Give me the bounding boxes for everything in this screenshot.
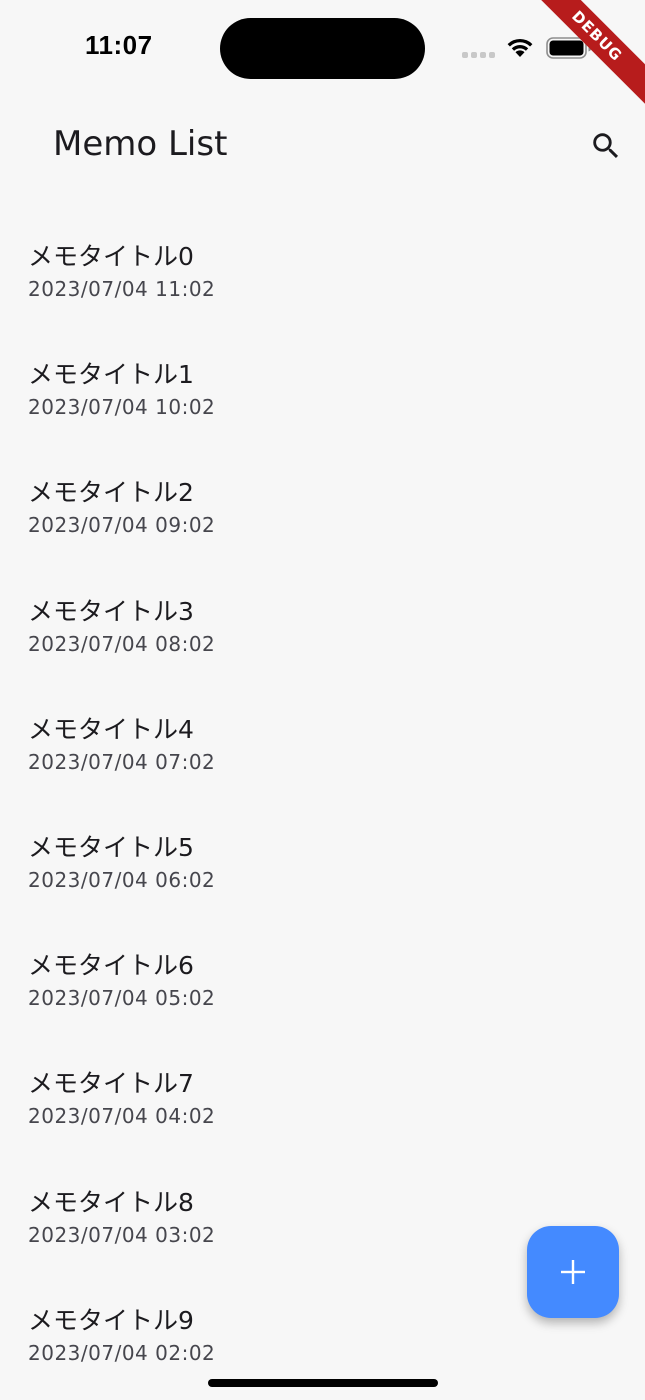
battery-icon — [546, 37, 592, 59]
wifi-icon — [507, 38, 533, 57]
page-title: Memo List — [53, 124, 228, 164]
memo-date: 2023/07/04 09:02 — [28, 513, 216, 538]
home-indicator[interactable] — [208, 1379, 438, 1387]
dynamic-island — [220, 18, 425, 79]
memo-date: 2023/07/04 02:02 — [28, 1340, 216, 1365]
memo-title: メモタイトル1 — [28, 360, 194, 390]
memo-date: 2023/07/04 05:02 — [28, 986, 216, 1011]
memo-title: メモタイトル2 — [28, 478, 194, 508]
app-bar: Memo List — [0, 96, 645, 196]
memo-title: メモタイトル5 — [28, 832, 194, 862]
memo-list-item[interactable]: メモタイトル0 2023/07/04 11:02 — [0, 218, 645, 336]
plus-icon — [561, 1260, 585, 1284]
memo-list: メモタイトル0 2023/07/04 11:02 メモタイトル1 2023/07… — [0, 196, 645, 1400]
memo-title: メモタイトル0 — [28, 242, 194, 271]
memo-date: 2023/07/04 11:02 — [28, 277, 216, 301]
search-button[interactable] — [580, 120, 632, 172]
memo-date: 2023/07/04 10:02 — [28, 395, 216, 420]
memo-list-item[interactable]: メモタイトル6 2023/07/04 05:02 — [0, 927, 645, 1045]
memo-list-item[interactable]: メモタイトル2 2023/07/04 09:02 — [0, 454, 645, 572]
memo-list-item[interactable]: メモタイトル1 2023/07/04 10:02 — [0, 336, 645, 454]
memo-list-screen: 11:07 DEBUG Memo List メモタイトル0 2023/07/04… — [0, 0, 645, 1400]
memo-date: 2023/07/04 08:02 — [28, 631, 216, 656]
memo-list-item[interactable]: メモタイトル3 2023/07/04 08:02 — [0, 573, 645, 691]
memo-title: メモタイトル3 — [28, 596, 194, 626]
memo-date: 2023/07/04 06:02 — [28, 867, 216, 892]
memo-title: メモタイトル6 — [28, 951, 194, 981]
memo-list-item[interactable]: メモタイトル5 2023/07/04 06:02 — [0, 809, 645, 927]
memo-list-item[interactable]: メモタイトル7 2023/07/04 04:02 — [0, 1045, 645, 1163]
memo-title: メモタイトル7 — [28, 1069, 194, 1099]
memo-list-item[interactable]: メモタイトル4 2023/07/04 07:02 — [0, 691, 645, 809]
add-memo-button[interactable] — [527, 1226, 619, 1318]
search-icon — [593, 133, 619, 159]
memo-date: 2023/07/04 04:02 — [28, 1104, 216, 1129]
status-bar: 11:07 — [0, 0, 645, 96]
memo-title: メモタイトル8 — [28, 1187, 194, 1217]
memo-title: メモタイトル4 — [28, 714, 194, 744]
cellular-signal-icon — [462, 52, 496, 58]
memo-date: 2023/07/04 07:02 — [28, 749, 216, 774]
status-time: 11:07 — [85, 30, 153, 60]
